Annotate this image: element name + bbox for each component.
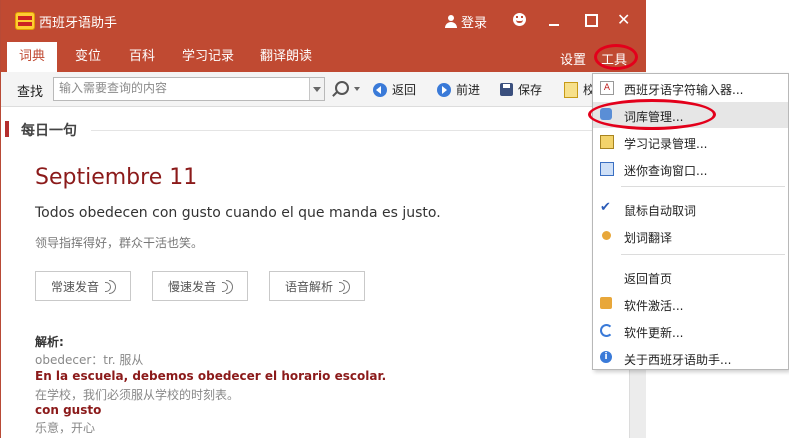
- app-window: 西班牙语助手 登录 ✕ 词典 变位 百科 学习记录 翻译朗读 设置 工具 查找 …: [0, 0, 646, 438]
- tab-encyclopedia[interactable]: 百科: [119, 42, 165, 72]
- analysis-label: 解析:: [35, 335, 64, 349]
- menu-item-label: 鼠标自动取词: [624, 204, 697, 218]
- tab-translate-read[interactable]: 翻译朗读: [251, 42, 321, 72]
- menu-item-study-records-manager[interactable]: 学习记录管理...: [593, 129, 788, 155]
- forward-arrow-icon: [437, 82, 451, 97]
- analysis-line: obedecer：tr. 服从: [35, 353, 144, 367]
- menu-item-home[interactable]: 返回首页: [593, 264, 788, 290]
- menu-item-label: 西班牙语字符输入器...: [624, 83, 744, 97]
- save-floppy-icon: [500, 83, 513, 96]
- analysis-line: 乐意，开心: [35, 421, 96, 435]
- voice-analysis-button[interactable]: 语音解析: [269, 271, 365, 301]
- save-button[interactable]: 保存: [500, 81, 542, 98]
- tab-conjugation[interactable]: 变位: [65, 42, 111, 72]
- clipboard-icon: [600, 135, 614, 149]
- minimize-button[interactable]: [549, 24, 559, 26]
- menu-item-label: 返回首页: [624, 272, 673, 286]
- user-icon: [445, 14, 457, 29]
- main-tab-bar: 词典 变位 百科 学习记录 翻译朗读 设置 工具: [1, 42, 646, 72]
- forward-button[interactable]: 前进: [437, 81, 480, 98]
- voice-analysis-label: 语音解析: [284, 279, 333, 294]
- dictionary-manager-highlight-ring: [588, 99, 716, 130]
- slow-speed-button[interactable]: 慢速发音: [152, 271, 248, 301]
- menu-separator: [621, 186, 785, 187]
- font-icon: A: [600, 81, 614, 95]
- analysis-line: 在学校，我们必须服从学校的时刻表。: [35, 388, 240, 402]
- back-label: 返回: [392, 83, 417, 97]
- feedback-smile-icon[interactable]: [513, 13, 526, 26]
- title-bar: 西班牙语助手 登录 ✕: [1, 0, 646, 42]
- search-history-dropdown[interactable]: [309, 78, 324, 100]
- menu-item-label: 软件激活...: [624, 299, 684, 313]
- back-button[interactable]: 返回: [373, 81, 416, 98]
- note-icon: [564, 81, 578, 98]
- speaker-icon: [222, 280, 233, 294]
- login-button[interactable]: 登录: [445, 12, 487, 31]
- spanish-sentence: Todos obedecen con gusto cuando el que m…: [35, 205, 441, 221]
- find-label: 查找: [17, 85, 44, 100]
- back-arrow-icon: [373, 82, 387, 97]
- section-divider: [91, 130, 611, 131]
- menu-separator: [621, 254, 785, 255]
- search-input[interactable]: [54, 78, 307, 98]
- info-icon: i: [600, 351, 612, 363]
- menu-item-char-input[interactable]: A 西班牙语字符输入器...: [593, 75, 788, 101]
- normal-speed-button[interactable]: 常速发音: [35, 271, 131, 301]
- menu-item-label: 学习记录管理...: [624, 137, 708, 151]
- lock-icon: [600, 297, 612, 309]
- close-button[interactable]: ✕: [617, 10, 630, 30]
- maximize-button[interactable]: [585, 14, 598, 27]
- key-icon: [602, 231, 611, 240]
- normal-speed-label: 常速发音: [50, 279, 99, 294]
- section-title: 每日一句: [21, 123, 77, 139]
- chinese-translation: 领导指挥得好，群众干活也笑。: [35, 236, 204, 250]
- menu-item-update[interactable]: 软件更新...: [593, 318, 788, 344]
- tools-highlight-ring: [594, 44, 638, 70]
- menu-item-label: 划词翻译: [624, 231, 673, 245]
- slow-speed-label: 慢速发音: [167, 279, 216, 294]
- speaker-icon: [339, 280, 350, 294]
- analysis-line: En la escuela, debemos obedecer el horar…: [35, 369, 387, 383]
- search-box: [53, 77, 325, 101]
- refresh-icon: [600, 324, 613, 337]
- speaker-icon: [105, 280, 116, 294]
- menu-item-label: 迷你查询窗口...: [624, 164, 708, 178]
- search-toolbar: 查找 返回 前进 保存 校: [1, 72, 646, 107]
- analysis-line: con gusto: [35, 403, 102, 417]
- menu-item-activate[interactable]: 软件激活...: [593, 291, 788, 317]
- forward-label: 前进: [456, 83, 481, 97]
- check-icon: ✔: [600, 200, 611, 215]
- menu-item-about[interactable]: i 关于西班牙语助手...: [593, 345, 788, 371]
- tab-dictionary[interactable]: 词典: [7, 42, 57, 72]
- tab-study-records[interactable]: 学习记录: [174, 42, 242, 72]
- menu-item-label: 软件更新...: [624, 326, 684, 340]
- search-icon[interactable]: [335, 81, 349, 95]
- login-label: 登录: [461, 16, 488, 31]
- daily-date: Septiembre 11: [35, 165, 198, 190]
- app-logo-icon: [15, 12, 35, 30]
- menu-item-mouse-capture[interactable]: ✔ 鼠标自动取词: [593, 196, 788, 222]
- settings-menu[interactable]: 设置: [560, 49, 586, 68]
- save-label: 保存: [518, 83, 543, 97]
- section-marker: [5, 121, 9, 137]
- search-options-chevron-icon[interactable]: [354, 87, 360, 94]
- menu-item-selection-translate[interactable]: 划词翻译: [593, 223, 788, 249]
- menu-item-mini-window[interactable]: 迷你查询窗口...: [593, 156, 788, 182]
- menu-item-label: 关于西班牙语助手...: [624, 353, 732, 367]
- window-icon: [600, 162, 614, 176]
- app-title: 西班牙语助手: [39, 16, 118, 31]
- daily-sentence-panel: 每日一句 Septiembre 11 Todos obedecen con gu…: [1, 107, 629, 438]
- proofread-button[interactable]: 校: [564, 81, 595, 98]
